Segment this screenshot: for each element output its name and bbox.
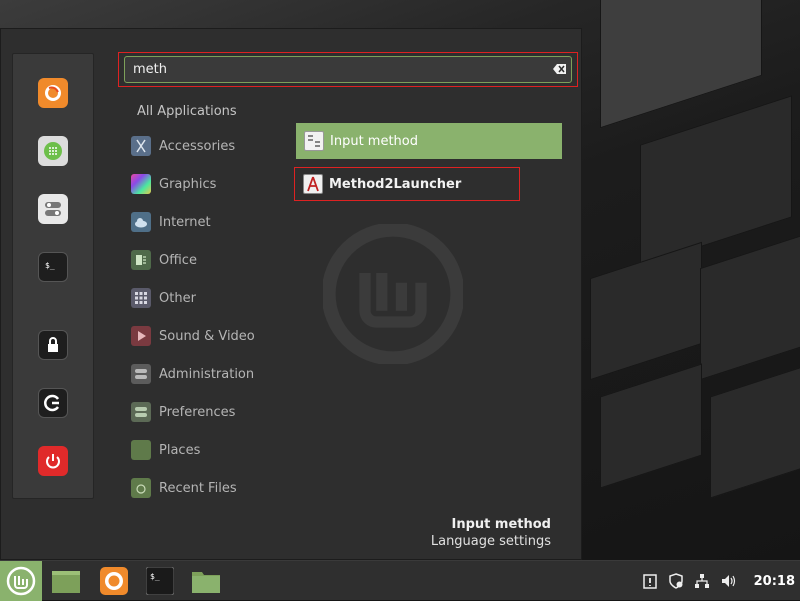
category-other[interactable]: Other [131,286,196,310]
graphics-icon [131,174,151,194]
category-label: Places [159,442,201,458]
category-label: Recent Files [159,480,237,496]
preferences-icon [131,402,151,422]
shield-icon[interactable] [668,573,684,589]
office-icon [131,250,151,270]
category-label: Preferences [159,404,236,420]
folder-icon [131,440,151,460]
category-label: Accessories [159,138,236,154]
firefox-icon[interactable] [38,78,68,108]
category-label: Sound & Video [159,328,255,344]
search-input[interactable] [124,56,572,83]
administration-icon [131,364,151,384]
volume-icon[interactable] [720,573,736,589]
result-label: Method2Launcher [329,176,462,192]
category-label: Internet [159,214,211,230]
recent-files-icon [131,478,151,498]
menu-button[interactable] [0,561,42,601]
search-highlight [118,52,578,87]
update-manager-icon[interactable] [642,573,658,589]
mint-logo-watermark [323,224,463,364]
svg-text:$_: $_ [45,261,55,270]
firefox-icon [100,567,128,595]
show-desktop-launcher[interactable] [50,565,82,597]
result-input-method[interactable]: Input method [296,123,562,159]
network-icon[interactable] [694,573,710,589]
category-label: All Applications [137,103,237,119]
application-menu: $_ All Applications Accessories Graphics [0,28,582,560]
favorites-sidebar: $_ [12,53,94,499]
category-preferences[interactable]: Preferences [131,400,235,424]
clear-search-icon[interactable] [553,63,567,75]
mint-logo-icon [6,566,36,596]
show-desktop-icon [52,571,80,593]
category-label: Administration [159,366,255,382]
category-all-applications[interactable]: All Applications [137,99,237,123]
category-administration[interactable]: Administration [131,362,254,386]
terminal-icon: $_ [146,567,174,595]
files-launcher[interactable] [190,565,222,597]
system-settings-icon[interactable] [38,194,68,224]
svg-text:$_: $_ [150,572,160,581]
result-label: Input method [330,133,418,149]
software-manager-icon[interactable] [38,136,68,166]
category-label: Other [159,290,196,306]
folder-icon [192,572,220,593]
terminal-icon[interactable]: $_ [38,252,68,282]
input-method-icon [304,131,324,151]
firefox-launcher[interactable] [98,565,130,597]
category-recent-files[interactable]: Recent Files [131,476,237,500]
category-sound-video[interactable]: Sound & Video [131,324,255,348]
system-tray: 20:18 [642,561,800,601]
description-subtitle: Language settings [430,534,551,549]
grid-icon [131,288,151,308]
logout-icon[interactable] [38,388,68,418]
description-area: Input method Language settings [431,517,551,549]
category-graphics[interactable]: Graphics [131,172,216,196]
category-office[interactable]: Office [131,248,197,272]
cloud-icon [131,212,151,232]
clock[interactable]: 20:18 [754,574,795,589]
result-method2launcher[interactable]: Method2Launcher [294,167,520,201]
category-internet[interactable]: Internet [131,210,211,234]
play-icon [131,326,151,346]
terminal-launcher[interactable]: $_ [144,565,176,597]
method2launcher-icon [303,174,323,194]
category-label: Graphics [159,176,217,192]
category-places[interactable]: Places [131,438,200,462]
scissors-icon [131,136,151,156]
category-accessories[interactable]: Accessories [131,134,235,158]
category-label: Office [159,252,197,268]
lock-screen-icon[interactable] [38,330,68,360]
shutdown-icon[interactable] [38,446,68,476]
description-title: Input method [451,517,551,532]
taskbar: $_ 20:18 [0,560,800,601]
